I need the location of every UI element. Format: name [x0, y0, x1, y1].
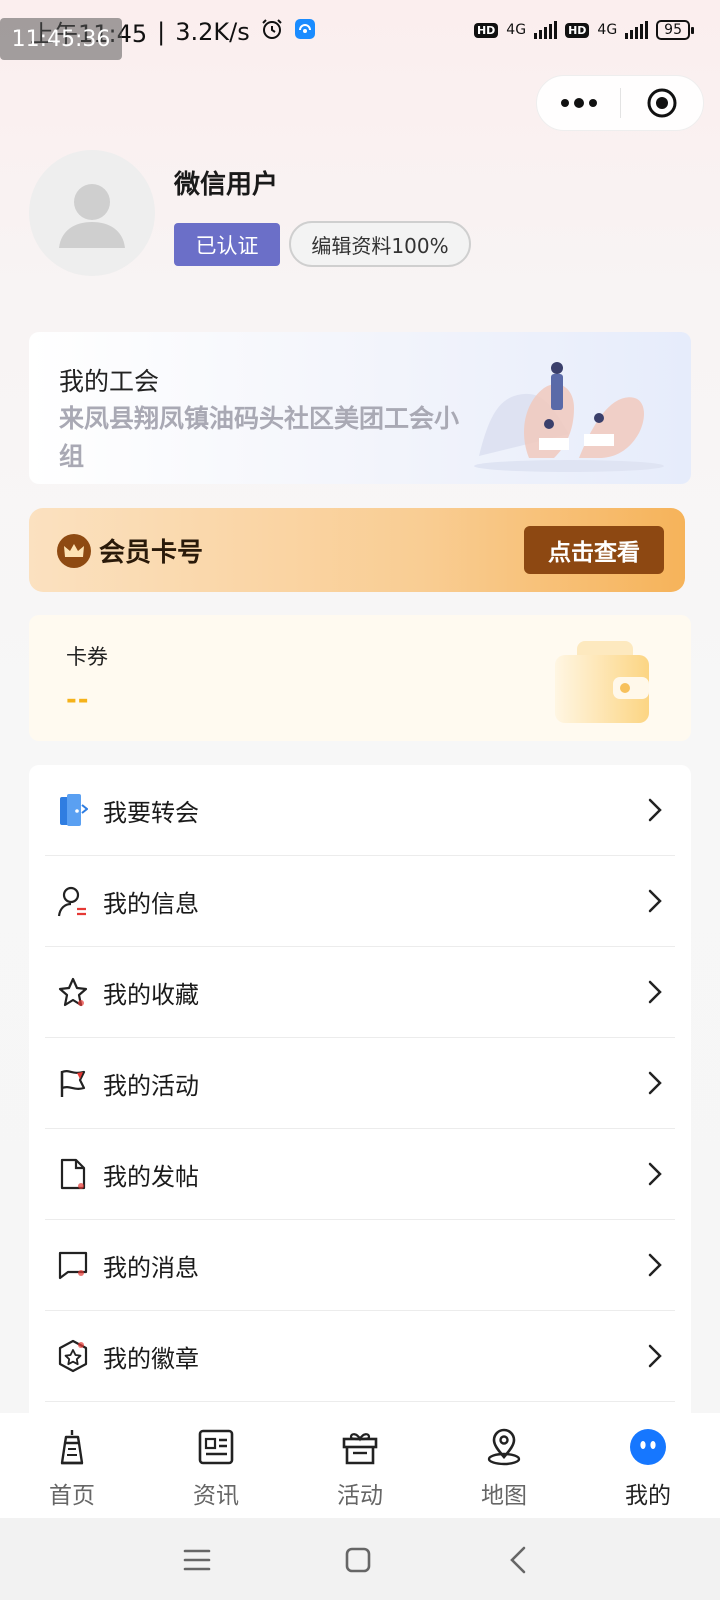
tab-label: 地图 — [481, 1483, 527, 1509]
status-bar: 上午11:45 | 3.2K/s 11:45:36 HD 4G HD 4G 95 — [0, 0, 720, 64]
message-icon — [53, 1245, 93, 1285]
tab-label: 活动 — [337, 1483, 383, 1509]
status-right: HD 4G HD 4G 95 — [473, 20, 694, 40]
tab-map[interactable]: 地图 — [432, 1413, 576, 1518]
tab-activities[interactable]: 活动 — [288, 1413, 432, 1518]
crown-icon — [57, 534, 91, 568]
battery-icon: 95 — [656, 20, 694, 40]
menu-item-posts[interactable]: 我的发帖 — [45, 1129, 675, 1220]
user-info-icon — [53, 881, 93, 921]
hd-badge-1: HD — [473, 22, 499, 38]
miniprogram-capsule — [536, 75, 704, 131]
chevron-right-icon — [643, 1071, 667, 1095]
coupon-value: -- — [66, 685, 90, 715]
status-divider: | — [157, 17, 166, 46]
member-card-banner[interactable]: 会员卡号 点击查看 — [29, 508, 685, 592]
tab-news[interactable]: 资讯 — [144, 1413, 288, 1518]
menu-label: 我要转会 — [103, 798, 199, 827]
news-icon — [194, 1425, 238, 1469]
username: 微信用户 — [174, 170, 279, 200]
alarm-icon — [260, 17, 284, 47]
verified-badge: 已认证 — [174, 223, 280, 266]
more-dots-icon — [560, 98, 597, 108]
coupon-label: 卡券 — [66, 645, 108, 669]
chevron-right-icon — [643, 1162, 667, 1186]
app-notification-icon — [294, 18, 316, 46]
menu-label: 我的信息 — [103, 889, 199, 918]
union-hands-illustration-icon — [474, 362, 664, 472]
tab-label: 资讯 — [193, 1483, 239, 1509]
more-button[interactable] — [537, 76, 620, 130]
menu-label: 我的徽章 — [103, 1344, 199, 1373]
home-button[interactable] — [338, 1540, 378, 1580]
member-view-button[interactable]: 点击查看 — [524, 526, 664, 574]
default-avatar-icon — [59, 184, 125, 248]
square-home-icon — [345, 1547, 371, 1573]
hd-badge-2: HD — [565, 22, 590, 38]
target-circle-icon — [647, 88, 677, 118]
chevron-right-icon — [643, 1344, 667, 1368]
menu-label: 我的消息 — [103, 1253, 199, 1282]
chevron-right-icon — [643, 1253, 667, 1277]
status-net-speed: 3.2K/s — [175, 17, 250, 46]
back-chevron-icon — [510, 1546, 526, 1574]
flag-icon — [53, 1063, 93, 1103]
menu-item-badges[interactable]: 我的徽章 — [45, 1311, 675, 1402]
menu-label: 我的收藏 — [103, 980, 199, 1009]
chevron-right-icon — [643, 980, 667, 1004]
system-navigation-bar — [0, 1518, 720, 1600]
menu-item-transfer[interactable]: 我要转会 — [45, 765, 675, 856]
member-card-label: 会员卡号 — [99, 538, 204, 568]
my-union-card[interactable]: 我的工会 来凤县翔凤镇油码头社区美团工会小组 — [29, 332, 691, 484]
menu-item-activities[interactable]: 我的活动 — [45, 1038, 675, 1129]
tab-home[interactable]: 首页 — [0, 1413, 144, 1518]
close-miniprogram-button[interactable] — [621, 76, 703, 130]
document-icon — [53, 1154, 93, 1194]
chevron-right-icon — [643, 889, 667, 913]
menu-item-info[interactable]: 我的信息 — [45, 856, 675, 947]
wallet-icon — [555, 641, 649, 723]
badge-icon — [53, 1336, 93, 1376]
hamburger-icon — [183, 1549, 211, 1571]
screenshot-timestamp: 11:45:36 — [0, 18, 122, 60]
menu-list: 我要转会 我的信息 我的收藏 我的活动 我的发帖 我的消息 我的徽章 — [29, 765, 691, 1425]
star-icon — [53, 972, 93, 1012]
network-type-2: 4G — [597, 22, 618, 38]
mine-face-icon — [626, 1425, 670, 1469]
coupon-card[interactable]: 卡券 -- — [29, 615, 691, 741]
union-name: 来凤县翔凤镇油码头社区美团工会小组 — [59, 404, 460, 471]
union-title: 我的工会 — [59, 367, 160, 396]
home-tower-icon — [50, 1425, 94, 1469]
menu-item-favorites[interactable]: 我的收藏 — [45, 947, 675, 1038]
signal-icon-2 — [625, 21, 649, 39]
edit-profile-button[interactable]: 编辑资料100% — [289, 221, 471, 267]
back-button[interactable] — [498, 1540, 538, 1580]
tab-label: 首页 — [49, 1483, 95, 1509]
chevron-right-icon — [643, 798, 667, 822]
transfer-door-icon — [53, 790, 93, 830]
menu-item-messages[interactable]: 我的消息 — [45, 1220, 675, 1311]
network-type-1: 4G — [506, 22, 527, 38]
avatar[interactable] — [29, 150, 155, 276]
tab-label: 我的 — [625, 1483, 671, 1509]
map-pin-icon — [482, 1425, 526, 1469]
gift-icon — [338, 1425, 382, 1469]
bottom-tab-bar: 首页 资讯 活动 地图 我的 — [0, 1413, 720, 1518]
menu-button[interactable] — [177, 1540, 217, 1580]
tab-mine[interactable]: 我的 — [576, 1413, 720, 1518]
menu-label: 我的活动 — [103, 1071, 199, 1100]
signal-icon-1 — [534, 21, 558, 39]
menu-label: 我的发帖 — [103, 1162, 199, 1191]
